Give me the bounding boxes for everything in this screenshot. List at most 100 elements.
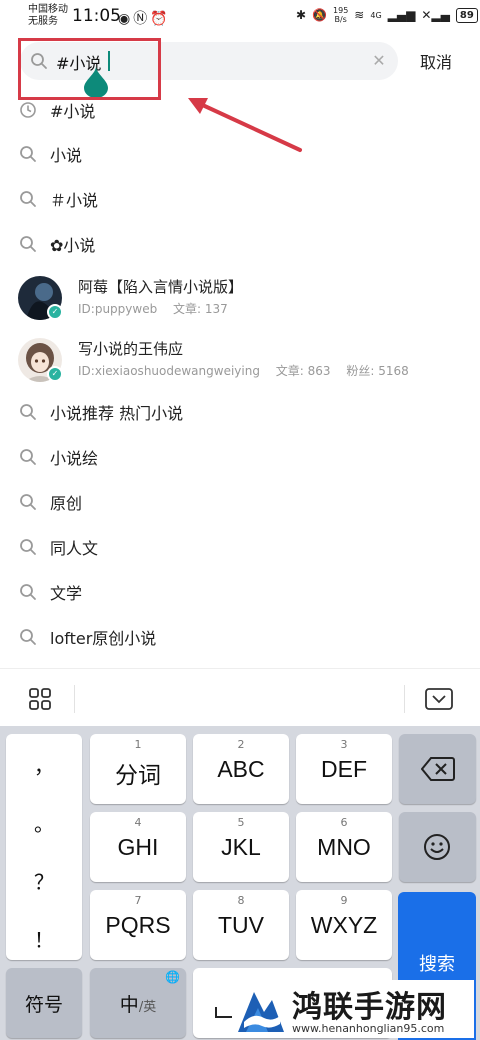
keyboard-toolbar [0,668,480,726]
key-5[interactable]: 5 JKL [193,812,289,882]
search-icon [20,629,36,645]
toolbar-divider [404,685,405,713]
symbol-key[interactable]: 符号 [6,968,82,1038]
key-number: 6 [340,816,348,829]
punct-key-exclaim[interactable]: ！ [6,924,82,953]
symbol-key-label: 符号 [24,994,63,1016]
suggestion-item[interactable]: 小说推荐 热门小说 [0,390,480,434]
key-label: JKL [221,834,261,860]
key-number: 9 [340,894,348,907]
punct-key-period[interactable]: 。 [6,808,82,837]
punct-key-comma[interactable]: ， [6,750,82,779]
user-fans: 粉丝: 5168 [346,364,409,378]
user-meta: ID:puppyweb 文章: 137 [78,300,240,317]
wifi-icon: ≋ [354,8,365,22]
search-icon [20,404,36,420]
backspace-button[interactable] [399,734,476,804]
eye-icon: ◉ [118,11,134,27]
net-speed: 195 B/s [333,6,348,24]
network-type: 4G [370,10,382,20]
suggestion-text: ＃小说 [50,191,99,210]
search-icon [20,191,36,207]
cancel-button[interactable]: 取消 [420,49,452,73]
key-1[interactable]: 1 分词 [90,734,186,804]
keyboard-collapse-icon[interactable] [424,687,454,711]
suggestion-item[interactable]: ✿小说 [0,222,480,266]
suggestion-text: 文学 [50,584,83,603]
suggestion-text: lofter原创小说 [50,629,157,648]
suggestion-text: ✿小说 [50,236,96,255]
key-2[interactable]: 2 ABC [193,734,289,804]
search-icon [20,449,36,465]
suggestion-text: 小说绘 [50,449,99,468]
emoji-button[interactable] [399,812,476,882]
grid-menu-icon[interactable] [28,687,52,711]
key-4[interactable]: 4 GHI [90,812,186,882]
key-number: 7 [134,894,142,907]
punctuation-column: ， 。 ？ ！ [6,734,82,960]
search-icon [20,584,36,600]
suggestion-item[interactable]: ＃小说 [0,177,480,221]
status-icons-right: ✱ 🔕 195 B/s ≋ 4G ▂▄▆ ✕▂▄ 89 [296,6,478,24]
search-icon [20,236,36,252]
carrier-info: 中国移动 无服务 [28,4,68,28]
status-icons-left: ◉Ⓝ⏰ [118,8,171,28]
lang-sub: /英 [138,1000,157,1015]
history-icon [20,102,36,118]
suggestion-text: 同人文 [50,539,99,558]
backspace-icon [421,757,455,781]
alarm-icon: ⏰ [150,11,171,27]
suggestion-item[interactable]: 文学 [0,570,480,614]
toolbar-divider [74,685,75,713]
language-switch-key[interactable]: 🌐 中/英 [90,968,186,1038]
user-result-item[interactable]: ✓ 阿莓【陷入言情小说版】 ID:puppyweb 文章: 137 [0,270,480,330]
suggestion-item[interactable]: 原创 [0,480,480,524]
user-id: ID:xiexiaoshuodewangweiying [78,364,260,378]
key-label: PQRS [105,912,171,938]
key-7[interactable]: 7 PQRS [90,890,186,960]
key-label: MNO [317,834,371,860]
key-number: 8 [237,894,245,907]
clear-icon[interactable]: ✕ [370,52,388,70]
key-number: 1 [134,738,142,751]
search-icon [20,146,36,162]
key-label: GHI [117,834,159,860]
search-icon [20,494,36,510]
key-8[interactable]: 8 TUV [193,890,289,960]
suggestion-item[interactable]: 小说绘 [0,435,480,479]
key-3[interactable]: 3 DEF [296,734,392,804]
bluetooth-icon: ✱ [296,8,307,22]
history-item[interactable]: #小说 [0,88,480,132]
user-meta: ID:xiexiaoshuodewangweiying 文章: 863 粉丝: … [78,362,421,379]
language-key-label: 中/英 [90,990,186,1017]
suggestion-item[interactable]: lofter原创小说 [0,615,480,659]
clock: 11:05 [72,6,121,26]
carrier-service: 无服务 [28,16,58,27]
carrier-name: 中国移动 [28,4,68,15]
nfc-icon: Ⓝ [133,11,151,27]
suggestion-text: 原创 [50,494,83,513]
lang-main: 中 [119,994,139,1016]
key-9[interactable]: 9 WXYZ [296,890,392,960]
signal-icon: ▂▄▆ [387,8,416,22]
site-logo-icon [234,982,288,1036]
punct-key-question[interactable]: ？ [6,866,82,895]
user-id: ID:puppyweb [78,302,158,316]
user-result-item[interactable]: ✓ 写小说的王伟应 ID:xiexiaoshuodewangweiying 文章… [0,332,480,392]
net-speed-unit: B/s [334,15,347,24]
status-bar: 中国移动 无服务 11:05 ◉Ⓝ⏰ ✱ 🔕 195 B/s ≋ 4G ▂▄▆ … [0,0,480,34]
key-number: 5 [237,816,245,829]
key-label: ABC [217,756,265,782]
site-url: www.henanhonglian95.com [292,1022,445,1035]
battery-indicator: 89 [455,7,478,23]
key-6[interactable]: 6 MNO [296,812,392,882]
user-articles: 文章: 137 [173,302,228,316]
suggestion-item[interactable]: 小说 [0,132,480,176]
suggestion-item[interactable]: 同人文 [0,525,480,569]
key-label: 分词 [115,762,161,788]
key-number: 2 [237,738,245,751]
key-label: DEF [321,756,367,782]
user-name: 写小说的王伟应 [78,340,184,358]
key-label: WXYZ [310,912,378,938]
suggestion-text: 小说推荐 热门小说 [50,404,184,423]
